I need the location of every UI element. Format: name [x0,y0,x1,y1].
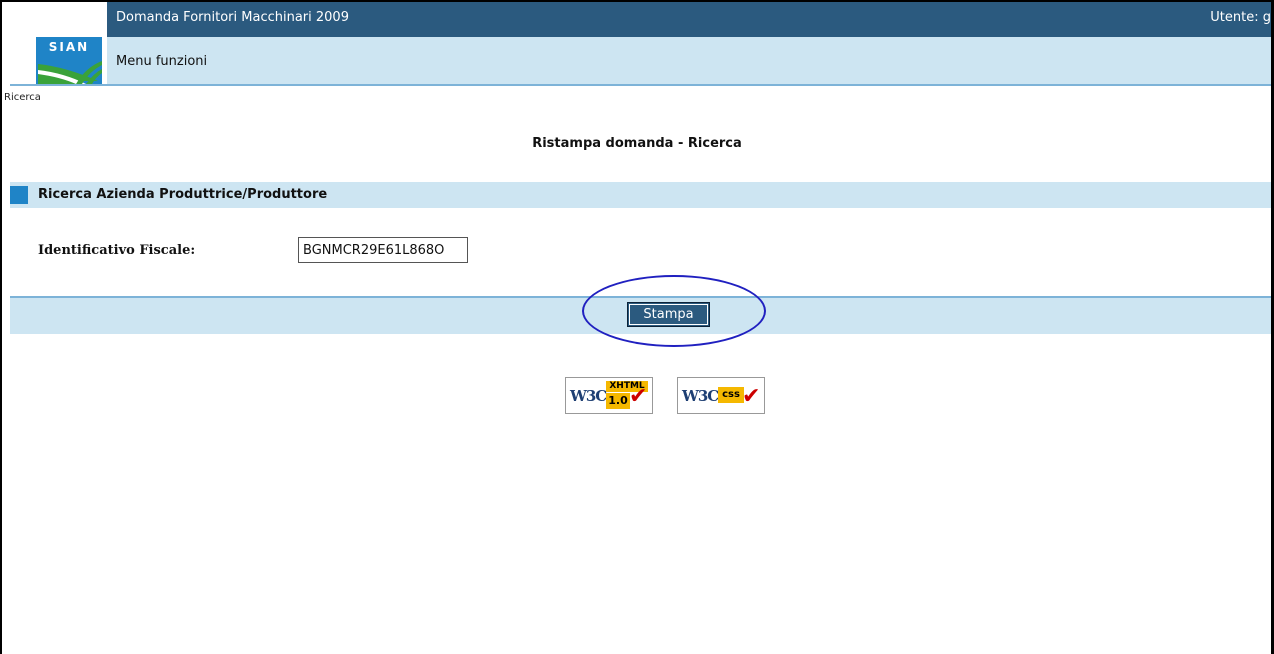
sian-logo-badge: SIAN [36,37,102,84]
fiscal-id-label: Identificativo Fiscale: [38,243,196,258]
xhtml-tag-bottom: 1.0 [606,393,630,409]
section-header: Ricerca Azienda Produttrice/Produttore [10,182,1271,208]
user-label: Utente: g [1210,10,1271,25]
page-title: Ristampa domanda - Ricerca [532,136,742,151]
w3c-css-badge-logo: W3C [682,387,719,405]
sian-logo[interactable]: SIAN [10,2,107,84]
header: SIAN Domanda Fornitori Macchinari 2009 M… [10,2,1271,84]
sian-field-icon [38,61,102,84]
breadcrumb: Ricerca [4,92,41,103]
checkmark-icon: ✔ [742,384,761,409]
section-title: Ricerca Azienda Produttrice/Produttore [38,187,328,202]
w3c-xhtml-badge[interactable]: W3C XHTML 1.0 ✔ [565,377,653,414]
css-tag: css [718,387,744,403]
w3c-css-badge[interactable]: W3C css ✔ [677,377,765,414]
stampa-button[interactable]: Stampa [627,302,710,327]
section-marker-icon [10,186,28,204]
checkmark-icon: ✔ [629,384,648,409]
fiscal-id-input[interactable] [298,237,468,263]
header-divider [10,84,1271,86]
app-title: Domanda Fornitori Macchinari 2009 [116,10,349,25]
w3c-xhtml-badge-logo: W3C [570,387,607,405]
menu-funzioni-link[interactable]: Menu funzioni [116,54,207,69]
